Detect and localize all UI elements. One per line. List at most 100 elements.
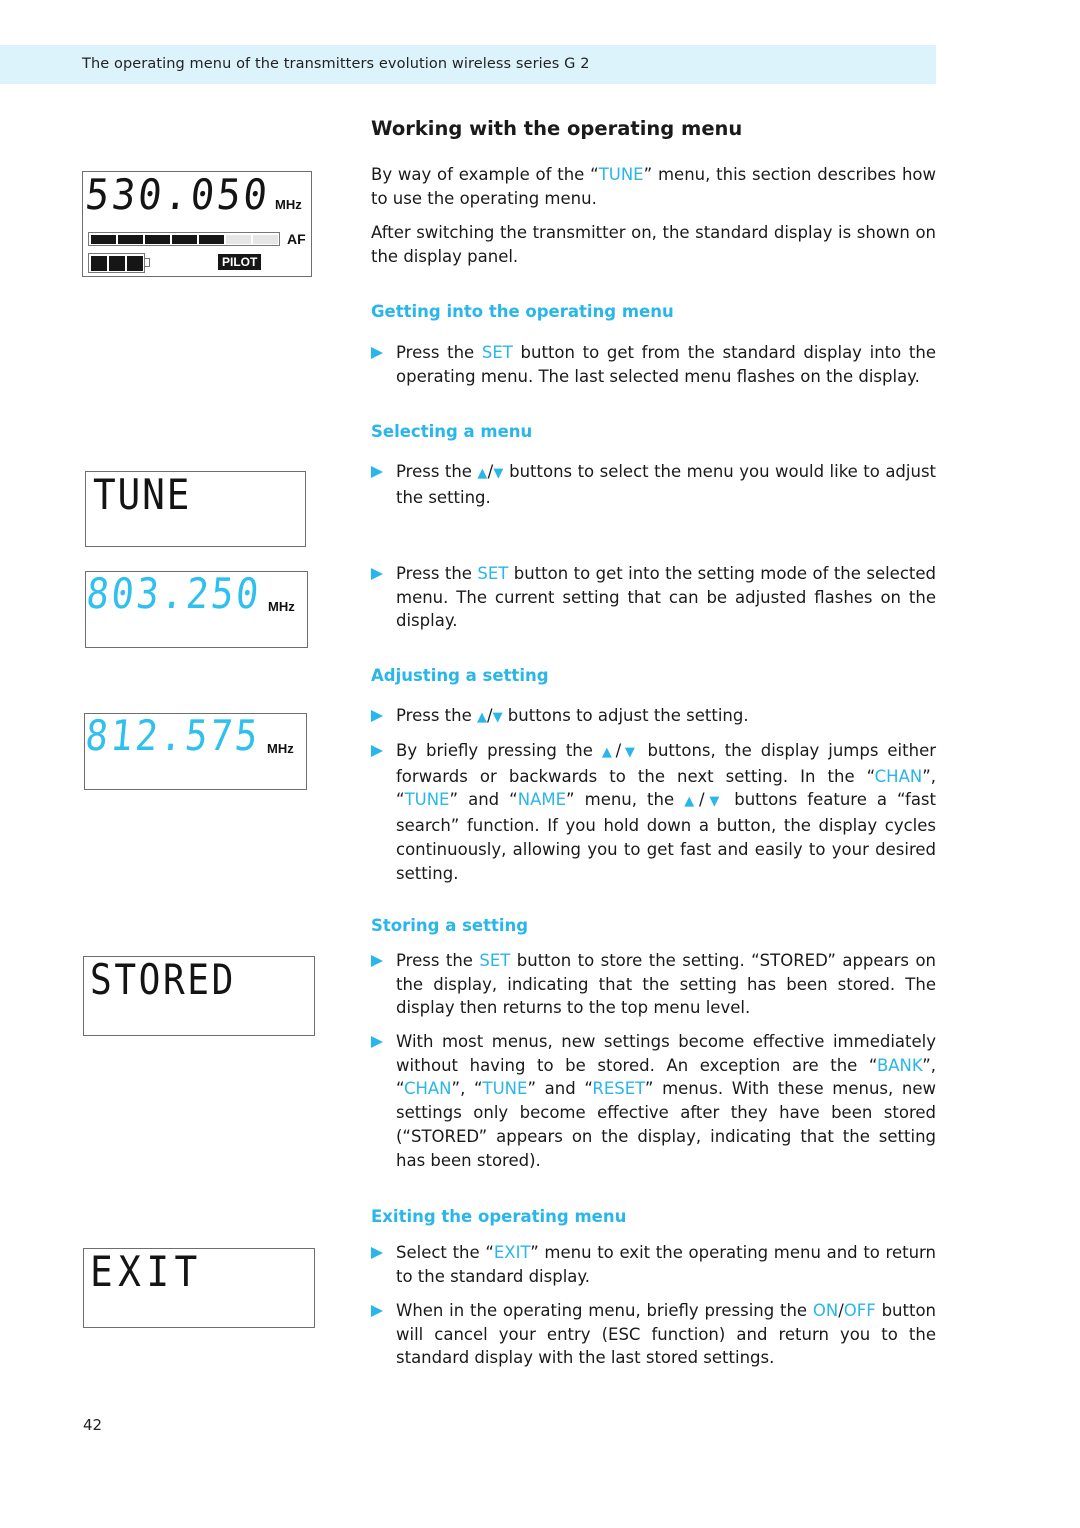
tune-display-illustration: TUNE — [85, 470, 306, 547]
display-frequency: 530.050 — [83, 170, 273, 219]
bullet-arrow-icon — [371, 1247, 383, 1259]
text-run: Press the — [396, 564, 478, 583]
text-run: With most menus, new settings become eff… — [396, 1032, 936, 1075]
text-run: ” menu, the — [566, 790, 685, 810]
button-keyword: SET — [481, 343, 513, 362]
intro-paragraph-1: By way of example of the “TUNE” menu, th… — [371, 163, 936, 210]
text-run: By way of example of the “ — [371, 165, 599, 184]
instruction-text: By briefly pressing the ▲/▼ buttons, the… — [396, 741, 936, 883]
af-meter-segment — [198, 234, 224, 244]
display-unit: MHz — [275, 197, 302, 212]
bullet-arrow-icon — [371, 568, 383, 580]
af-meter-segment — [171, 234, 197, 244]
display-unit: MHz — [268, 599, 295, 614]
heading-getting-into-menu: Getting into the operating menu — [371, 302, 674, 321]
text-run: Select the “ — [396, 1243, 494, 1262]
up-arrow-icon: ▲ — [601, 745, 616, 760]
instruction-item: By briefly pressing the ▲/▼ buttons, the… — [371, 739, 936, 885]
instruction-text: Select the “EXIT” menu to exit the opera… — [396, 1243, 936, 1286]
up-arrow-icon: ▲ — [477, 466, 488, 481]
text-run: ”, “ — [451, 1079, 483, 1099]
button-keyword: ON — [812, 1301, 839, 1320]
up-arrow-icon: ▲ — [477, 710, 487, 725]
instruction-text: When in the operating menu, briefly pres… — [396, 1301, 936, 1367]
button-keyword: EXIT — [493, 1243, 531, 1262]
af-meter-segment — [117, 234, 143, 244]
text-run: Press the — [396, 343, 482, 362]
display-menu-text: EXIT — [90, 1247, 203, 1296]
bullet-arrow-icon — [371, 347, 383, 359]
intro-paragraph-2: After switching the transmitter on, the … — [371, 221, 936, 268]
display-frequency: 803.250 — [84, 569, 264, 618]
down-arrow-icon: ▼ — [492, 710, 503, 725]
button-keyword: SET — [477, 564, 509, 583]
text-run: Press the — [396, 951, 480, 970]
stored-display-illustration: STORED — [83, 955, 315, 1036]
button-keyword: NAME — [517, 790, 567, 810]
running-title: The operating menu of the transmitters e… — [82, 56, 590, 72]
instruction-item: With most menus, new settings become eff… — [371, 1030, 936, 1172]
text-run: Press the — [396, 706, 477, 725]
display-unit: MHz — [267, 741, 294, 756]
down-arrow-icon: ▼ — [493, 466, 504, 481]
display-menu-text: TUNE — [93, 470, 192, 519]
frequency-setting-display-1: 803.250 MHz — [84, 569, 308, 648]
af-meter-segment — [252, 234, 278, 244]
instruction-item: Select the “EXIT” menu to exit the opera… — [371, 1241, 936, 1288]
button-keyword: OFF — [843, 1301, 876, 1320]
page-number: 42 — [83, 1416, 103, 1434]
heading-adjusting-setting: Adjusting a setting — [371, 666, 549, 685]
instruction-text: Press the ▲/▼ buttons to select the menu… — [396, 462, 936, 507]
button-keyword: CHAN — [874, 766, 923, 786]
text-run: ” and “ — [527, 1079, 593, 1099]
instruction-item: When in the operating menu, briefly pres… — [371, 1299, 936, 1370]
battery-cell — [126, 255, 143, 271]
heading-selecting-menu: Selecting a menu — [371, 422, 533, 441]
af-meter-segment — [144, 234, 170, 244]
instruction-item: Press the SET button to get into the set… — [371, 562, 936, 633]
frequency-setting-display-2: 812.575 MHz — [83, 711, 307, 790]
battery-tip — [145, 258, 150, 267]
text-run: ” and “ — [449, 790, 518, 810]
bullet-arrow-icon — [371, 710, 383, 722]
instruction-text: With most menus, new settings become eff… — [396, 1032, 936, 1170]
text-run: Press the — [396, 462, 478, 481]
text-run: buttons to adjust the setting. — [502, 706, 749, 725]
text-run: By briefly pressing the — [396, 741, 602, 760]
battery-icon — [88, 253, 145, 273]
af-meter-segment — [90, 234, 116, 244]
up-arrow-icon: ▲ — [684, 794, 699, 810]
button-keyword: TUNE — [404, 790, 450, 810]
display-menu-text: STORED — [90, 955, 236, 1004]
instruction-item: Press the SET button to store the settin… — [371, 949, 936, 1020]
battery-cell — [90, 255, 107, 271]
bullet-arrow-icon — [371, 955, 383, 967]
heading-storing-setting: Storing a setting — [371, 916, 529, 935]
af-meter-segment — [225, 234, 251, 244]
standard-display-illustration: 530.050 MHz AF PILOT — [82, 170, 312, 277]
bullet-arrow-icon — [371, 1305, 383, 1317]
instruction-item: Press the SET button to get from the sta… — [371, 341, 936, 388]
instruction-item: Press the ▲/▼ buttons to select the menu… — [371, 460, 936, 509]
battery-cell — [108, 255, 125, 271]
running-header: The operating menu of the transmitters e… — [0, 45, 936, 84]
exit-display-illustration: EXIT — [83, 1247, 315, 1328]
instruction-item: Press the ▲/▼ buttons to adjust the sett… — [371, 704, 936, 730]
bullet-arrow-icon — [371, 466, 383, 478]
af-level-meter — [88, 232, 280, 246]
down-arrow-icon: ▼ — [704, 794, 725, 810]
heading-exiting-menu: Exiting the operating menu — [371, 1207, 627, 1226]
pilot-indicator: PILOT — [218, 254, 262, 270]
button-keyword: BANK — [876, 1055, 923, 1075]
instruction-text: Press the SET button to get from the sta… — [396, 343, 936, 386]
instruction-text: Press the SET button to get into the set… — [396, 564, 936, 630]
button-keyword: SET — [479, 951, 511, 970]
bullet-arrow-icon — [371, 745, 383, 757]
af-label: AF — [287, 231, 306, 247]
instruction-text: Press the ▲/▼ buttons to adjust the sett… — [396, 706, 749, 725]
text-run: When in the operating menu, briefly pres… — [396, 1301, 813, 1320]
button-keyword: RESET — [592, 1079, 645, 1099]
button-keyword: TUNE — [482, 1079, 528, 1099]
instruction-text: Press the SET button to store the settin… — [396, 951, 936, 1017]
text-run: After switching the transmitter on, the … — [371, 223, 936, 266]
